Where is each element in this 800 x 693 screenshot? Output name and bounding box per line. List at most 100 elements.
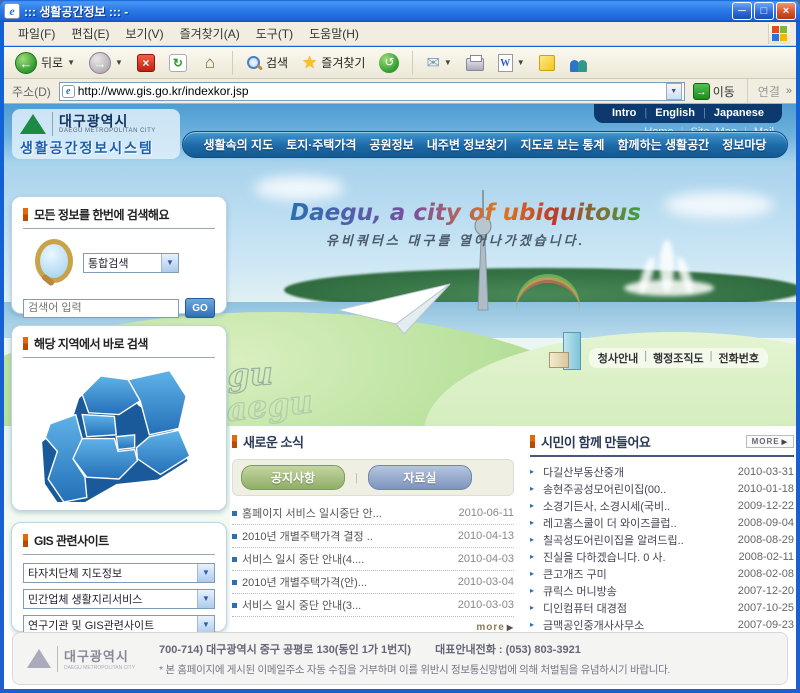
sidebar-go-button[interactable]: GO [185,298,215,318]
cloud [254,176,344,200]
more-arrow-icon: ▶ [782,438,788,446]
refresh-button[interactable]: ↻ [164,52,192,74]
gis-select-private[interactable]: 민간업체 생활지리서비스 ▼ [23,589,215,609]
citizen-item[interactable]: ▸ 디인컴퓨터 대경점 2007-10-25 [530,599,794,616]
menu-edit[interactable]: 편집(E) [63,22,117,45]
footer-address: 700-714) 대구광역시 중구 공평로 130(동인 1가 1번지) [159,641,411,657]
refresh-icon: ↻ [169,54,187,72]
forward-button[interactable]: → ▼ [84,50,128,76]
citizen-item[interactable]: ▸ 송현주공성모어린이집(00.. 2010-01-18 [530,480,794,497]
citizen-item[interactable]: ▸ 진실을 다하겠습니다. 0 사. 2008-02-11 [530,548,794,565]
search-icon [246,55,262,71]
home-button[interactable]: ⌂ [196,52,224,74]
edit-word-icon: W [498,54,513,72]
note-button[interactable] [534,53,560,73]
link-org-chart[interactable]: 행정조직도 [653,350,704,366]
news-title: 새로운 소식 [243,432,514,451]
mail-button[interactable]: ✉ ▼ [421,51,456,75]
bullet-icon: ▸ [530,586,538,595]
building-icon [549,332,583,372]
news-item[interactable]: 홈페이지 서비스 일시중단 안... 2010-06-11 [232,502,514,525]
chevron-down-icon: ▼ [197,590,214,608]
tab-notices[interactable]: 공지사항 [241,465,345,490]
citizen-item[interactable]: ▸ 칠곡성도어린이집을 알려드립.. 2008-08-29 [530,531,794,548]
daegu-mountain-icon [20,114,46,134]
minimize-icon: ─ [738,5,746,17]
citizen-item[interactable]: ▸ 큐릭스 머니방송 2007-12-20 [530,582,794,599]
nav-nearby-info[interactable]: 내주변 정보찾기 [427,136,508,153]
tab-archive[interactable]: 자료실 [368,465,472,490]
citizen-item[interactable]: ▸ 다길산부동산중개 2010-03-31 [530,463,794,480]
nav-life-map[interactable]: 생활속의 지도 [204,136,274,153]
news-item[interactable]: 2010년 개별주택가격 결정 .. 2010-04-13 [232,525,514,548]
lower-content: 새로운 소식 공지사항 | 자료실 홈페이지 서비스 일시중단 안... 201… [232,432,794,633]
nav-map-stats[interactable]: 지도로 보는 통계 [520,136,604,153]
bullet-icon: ▸ [530,467,538,476]
link-office-guide[interactable]: 청사안내 [598,350,638,366]
close-icon: × [783,5,789,17]
bullet-icon: ▸ [530,535,538,544]
minimize-button[interactable]: ─ [732,2,752,20]
menu-view[interactable]: 보기(V) [117,22,171,45]
history-button[interactable]: ↺ [374,51,404,75]
unified-search-box: 모든 정보를 한번에 검색해요 통합검색 ▼ GO [11,196,227,314]
link-phone-numbers[interactable]: 전화번호 [719,350,759,366]
bullet-icon: ▸ [530,518,538,527]
menu-favorites[interactable]: 즐겨찾기(A) [172,22,248,45]
nav-land-price[interactable]: 토지·주택가격 [286,136,356,153]
close-button[interactable]: × [776,2,796,20]
nav-shared-space[interactable]: 함께하는 생활공간 [618,136,710,153]
citizen-item[interactable]: ▸ 금맥공인중개사사무소 2007-09-23 [530,616,794,633]
menu-file[interactable]: 파일(F) [10,22,63,45]
citizen-list: ▸ 다길산부동산중개 2010-03-31 ▸ 송현주공성모어린이집(00.. … [530,463,794,633]
keyword-input[interactable] [23,299,179,318]
mail-dropdown-icon[interactable]: ▼ [444,58,452,67]
favorites-button[interactable]: ★ 즐겨찾기 [297,51,370,75]
menu-tools[interactable]: 도구(T) [248,22,301,45]
section-marker [530,435,535,448]
citizen-item[interactable]: ▸ 소경기든사, 소경시세(국비.. 2009-12-22 [530,497,794,514]
link-english[interactable]: English [655,107,695,119]
address-dropdown-icon[interactable]: ▼ [666,83,682,100]
address-bar: 주소(D) e ▼ → 이동 연결 » [4,79,796,104]
forward-dropdown-icon[interactable]: ▼ [115,58,123,67]
back-dropdown-icon[interactable]: ▼ [67,58,75,67]
menu-help[interactable]: 도움말(H) [301,22,367,45]
site-footer: 대구광역시 DAEGU METROPOLITAN CITY 700-714) 대… [12,632,788,685]
print-button[interactable] [461,52,489,73]
favorites-label: 즐겨찾기 [321,54,365,71]
citizen-item[interactable]: ▸ 레고홈스쿨이 더 와이즈클럽.. 2008-09-04 [530,514,794,531]
back-button[interactable]: ← 뒤로 ▼ [10,50,80,76]
go-button[interactable]: → 이동 [689,82,739,101]
news-item[interactable]: 서비스 일시 중단 안내(3... 2010-03-03 [232,594,514,617]
ie-icon: e [4,3,20,19]
stop-icon: × [137,54,155,72]
logo-city-name-en: DAEGU METROPOLITAN CITY [59,128,156,134]
edit-button[interactable]: W ▼ [493,52,530,74]
maximize-button[interactable]: □ [754,2,774,20]
link-japanese[interactable]: Japanese [714,107,764,119]
address-input[interactable] [78,84,666,98]
footer-logo: 대구광역시 DAEGU METROPOLITAN CITY [27,646,147,672]
news-item[interactable]: 2010년 개별주택가격(안)... 2010-03-04 [232,571,514,594]
nav-park-info[interactable]: 공원정보 [370,136,414,153]
citizen-more-button[interactable]: MORE ▶ [746,435,794,448]
gis-select-local-gov[interactable]: 타자치단체 지도정보 ▼ [23,563,215,583]
search-label: 검색 [266,54,288,71]
stop-button[interactable]: × [132,52,160,74]
search-scope-select[interactable]: 통합검색 ▼ [83,253,179,273]
news-item[interactable]: 서비스 일시 중단 안내(4.... 2010-04-03 [232,548,514,571]
nav-info-plaza[interactable]: 정보마당 [722,136,766,153]
links-chevron-icon[interactable]: » [786,85,792,97]
site-logo[interactable]: 대구광역시 DAEGU METROPOLITAN CITY 생활공간정보시스템 [12,109,180,159]
daegu-district-map[interactable] [27,364,211,502]
search-button[interactable]: 검색 [241,52,293,73]
citizen-item[interactable]: ▸ 큰고개즈 구미 2008-02-08 [530,565,794,582]
messenger-button[interactable] [564,52,594,74]
links-label[interactable]: 연결 [756,83,782,100]
bullet-icon [232,603,237,608]
citizen-title: 시민이 함께 만들어요 [541,432,740,451]
link-intro[interactable]: Intro [612,107,636,119]
more-arrow-icon: ▶ [507,623,514,632]
edit-dropdown-icon[interactable]: ▼ [517,58,525,67]
